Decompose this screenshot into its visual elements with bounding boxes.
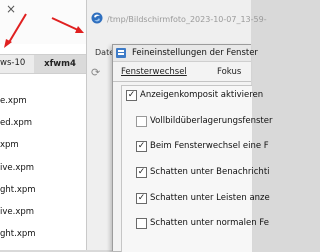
dialog-tabs: Fensterwechsel Fokus — [113, 63, 251, 82]
checkbox[interactable]: ✓ — [126, 90, 137, 101]
tab-fokus[interactable]: Fokus — [217, 67, 241, 77]
tab-workspace[interactable]: ws-10 — [0, 58, 25, 68]
list-item[interactable]: ive.xpm — [0, 207, 34, 217]
list-item[interactable]: xpm — [0, 140, 19, 150]
list-item[interactable]: e.xpm — [0, 96, 27, 106]
red-arrow-right — [51, 17, 84, 33]
checkbox[interactable]: ✓ — [136, 141, 147, 152]
reload-icon[interactable]: ⟳ — [91, 66, 100, 79]
checkbox[interactable]: ✓ — [136, 167, 147, 178]
list-item[interactable]: ght.xpm — [0, 229, 36, 239]
dialog-title: Feineinstellungen der Fenster — [132, 48, 258, 58]
compositor-options-panel: ✓ Anzeigenkomposit aktivieren Vollbildüb… — [121, 85, 272, 252]
app-logo-icon — [91, 12, 103, 24]
checkbox[interactable] — [136, 218, 147, 229]
dialog-titlebar[interactable]: Feineinstellungen der Fenster — [113, 45, 258, 62]
tab-xfwm4[interactable]: xfwm4 — [34, 55, 86, 73]
checkbox[interactable] — [136, 116, 147, 127]
list-item[interactable]: ive.xpm — [0, 163, 34, 173]
checkbox[interactable]: ✓ — [136, 193, 147, 204]
tab-fensterwechsel[interactable]: Fensterwechsel — [121, 67, 187, 77]
window-tweaks-dialog: Feineinstellungen der Fenster Fensterwec… — [112, 44, 272, 252]
window-title: /tmp/Bildschirmfoto_2023-10-07_13-59- — [107, 15, 267, 24]
list-item[interactable]: ght.xpm — [0, 185, 36, 195]
red-arrow-left — [4, 13, 27, 48]
left-window-tabs: ws-10 xfwm4 — [0, 54, 86, 74]
settings-icon — [116, 48, 126, 58]
list-item[interactable]: ed.xpm — [0, 118, 32, 128]
